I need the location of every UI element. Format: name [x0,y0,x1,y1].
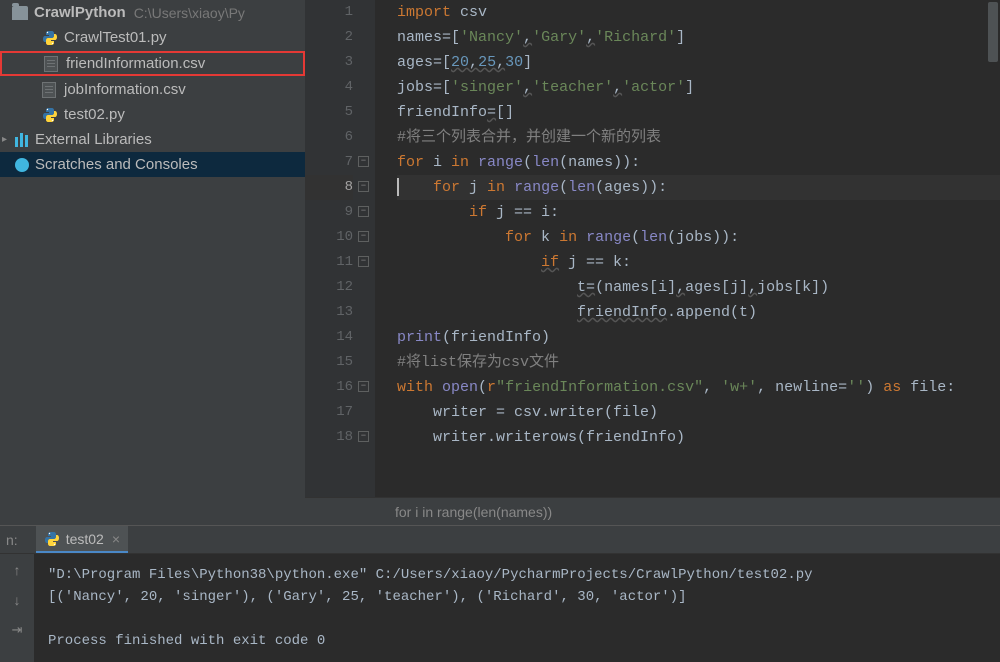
soft-wrap-icon[interactable]: ⇥ [7,620,27,640]
file-test02[interactable]: test02.py [0,102,305,127]
line-number[interactable]: 13 [305,300,353,325]
code-line[interactable]: friendInfo.append(t) [397,300,1000,325]
scroll-down-icon[interactable]: ↓ [7,590,27,610]
line-number[interactable]: 17 [305,400,353,425]
external-libraries[interactable]: ▸ External Libraries [0,127,305,152]
line-number[interactable]: 8− [305,175,353,200]
code-line[interactable]: for k in range(len(jobs)): [397,225,1000,250]
file-crawltest01[interactable]: CrawlTest01.py [0,25,305,50]
breadcrumb-label: for i in range(len(names)) [395,504,552,520]
line-number[interactable]: 6 [305,125,353,150]
file-friendinformation[interactable]: friendInformation.csv [0,51,305,76]
project-name-label: CrawlPython [34,4,126,21]
folder-icon [12,6,28,20]
library-icon [15,133,29,147]
fold-icon[interactable]: − [358,206,369,217]
project-tree[interactable]: CrawlPython C:\Users\xiaoy\Py CrawlTest0… [0,0,305,525]
code-line[interactable]: if j == i: [397,200,1000,225]
line-number[interactable]: 9− [305,200,353,225]
code-editor[interactable]: 1234567−8−9−10−11−1213141516−1718− impor… [305,0,1000,525]
fold-icon[interactable]: − [358,431,369,442]
csv-file-icon [42,82,56,98]
file-label: friendInformation.csv [66,55,205,72]
code-line[interactable]: names=['Nancy','Gary','Richard'] [397,25,1000,50]
code-line[interactable]: friendInfo=[] [397,100,1000,125]
code-line[interactable]: t=(names[i],ages[j],jobs[k]) [397,275,1000,300]
code-line[interactable] [397,450,1000,475]
code-line[interactable]: jobs=['singer','teacher','actor'] [397,75,1000,100]
python-file-icon [42,30,58,46]
line-number[interactable]: 3 [305,50,353,75]
scratches-icon [15,158,29,172]
run-tab-test02[interactable]: test02 × [36,526,128,553]
line-number[interactable]: 18− [305,425,353,450]
line-number[interactable]: 14 [305,325,353,350]
fold-icon[interactable]: − [358,181,369,192]
run-label: n: [4,532,18,548]
project-path-label: C:\Users\xiaoy\Py [134,5,245,21]
line-number[interactable]: 5 [305,100,353,125]
scroll-up-icon[interactable]: ↑ [7,560,27,580]
line-number[interactable]: 2 [305,25,353,50]
code-line[interactable]: for i in range(len(names)): [397,150,1000,175]
run-tool-window: n: test02 × ↑ ↓ ⇥ "D:\Program Files\Pyth… [0,525,1000,646]
file-label: CrawlTest01.py [64,29,167,46]
external-libraries-label: External Libraries [35,131,152,148]
project-root-folder[interactable]: CrawlPython C:\Users\xiaoy\Py [0,0,305,25]
file-label: jobInformation.csv [64,81,186,98]
code-line[interactable]: ages=[20,25,30] [397,50,1000,75]
code-line[interactable]: #将三个列表合并，并创建一个新的列表 [397,125,1000,150]
code-line[interactable]: if j == k: [397,250,1000,275]
line-number[interactable]: 4 [305,75,353,100]
code-line[interactable]: for j in range(len(ages)): [397,175,1000,200]
chevron-right-icon: ▸ [2,134,12,145]
python-file-icon [42,107,58,123]
run-tab-label: test02 [66,531,104,547]
line-number[interactable]: 11− [305,250,353,275]
code-line[interactable]: #将list保存为csv文件 [397,350,1000,375]
line-number[interactable]: 7− [305,150,353,175]
python-file-icon [44,531,60,547]
line-number[interactable]: 16− [305,375,353,400]
close-icon[interactable]: × [112,531,120,547]
line-number[interactable]: 10− [305,225,353,250]
csv-file-icon [44,56,58,72]
code-line[interactable]: import csv [397,0,1000,25]
line-number[interactable] [305,450,353,475]
file-label: test02.py [64,106,125,123]
fold-icon[interactable]: − [358,256,369,267]
scratches-consoles[interactable]: ▸ Scratches and Consoles [0,152,305,177]
fold-icon[interactable]: − [358,381,369,392]
code-line[interactable]: writer.writerows(friendInfo) [397,425,1000,450]
fold-icon[interactable]: − [358,156,369,167]
code-line[interactable]: writer = csv.writer(file) [397,400,1000,425]
breadcrumb[interactable]: for i in range(len(names)) [305,497,1000,525]
line-number[interactable]: 1 [305,0,353,25]
editor-scrollbar[interactable] [988,2,998,62]
code-line[interactable]: with open(r"friendInformation.csv", 'w+'… [397,375,1000,400]
run-tab-bar[interactable]: n: test02 × [0,526,1000,554]
line-number-gutter[interactable]: 1234567−8−9−10−11−1213141516−1718− [305,0,375,525]
code-line[interactable]: print(friendInfo) [397,325,1000,350]
scratches-label: Scratches and Consoles [35,156,198,173]
line-number[interactable]: 12 [305,275,353,300]
file-jobinformation[interactable]: jobInformation.csv [0,77,305,102]
fold-icon[interactable]: − [358,231,369,242]
code-content[interactable]: import csvnames=['Nancy','Gary','Richard… [375,0,1000,525]
line-number[interactable]: 15 [305,350,353,375]
